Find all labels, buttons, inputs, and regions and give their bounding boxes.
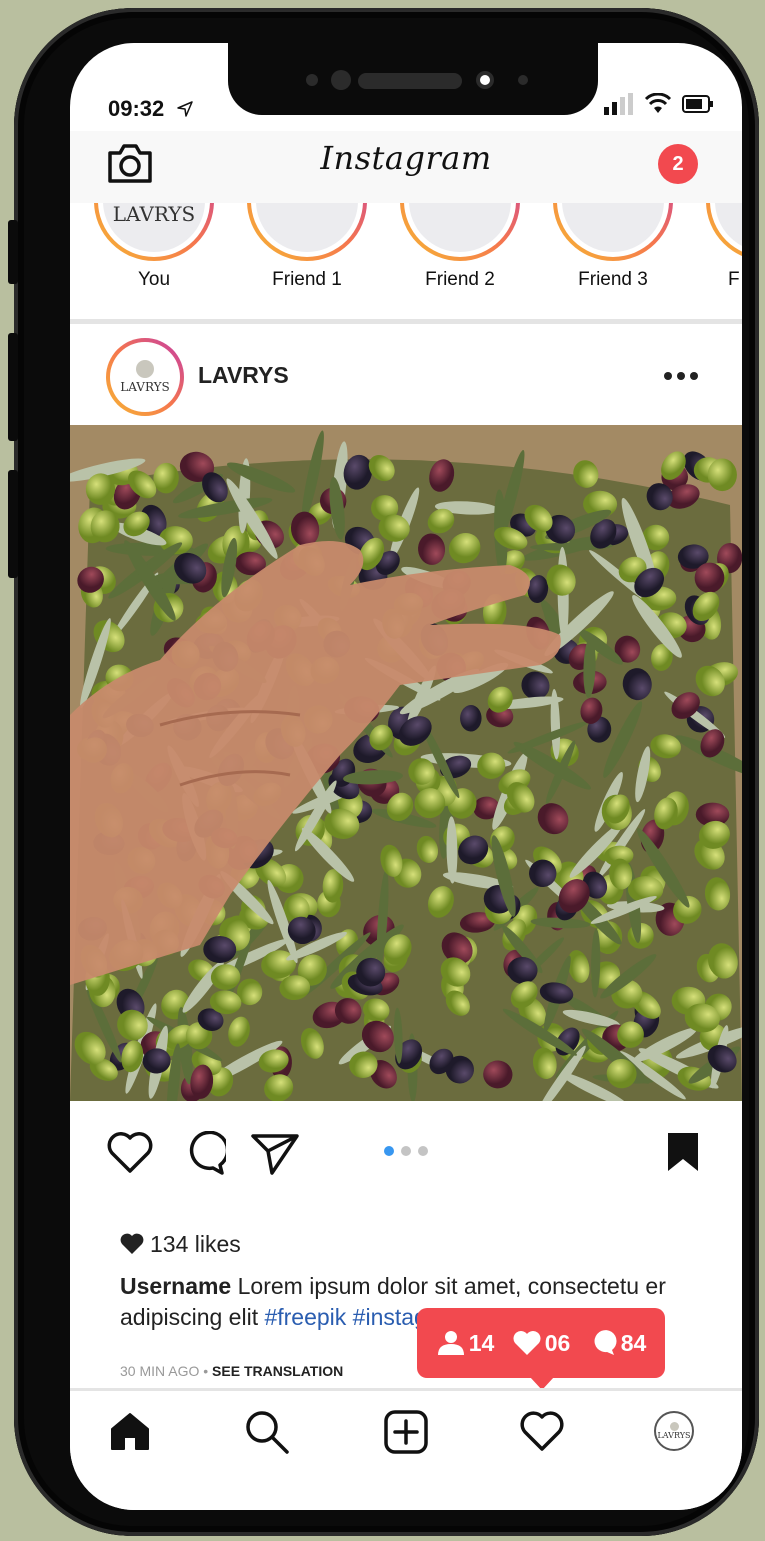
story-item-friend-2[interactable]: Friend 2 bbox=[398, 203, 522, 291]
followers-count: 14 bbox=[468, 1329, 495, 1356]
home-icon[interactable] bbox=[108, 1409, 152, 1453]
post-avatar-text: LAVRYS bbox=[120, 380, 170, 394]
volume-up-button bbox=[8, 333, 18, 441]
carousel-indicator bbox=[384, 1146, 428, 1156]
olive bbox=[707, 458, 737, 492]
story-avatar bbox=[715, 203, 742, 252]
carousel-dot bbox=[418, 1146, 428, 1156]
comments-count: 84 bbox=[620, 1329, 647, 1356]
comments-activity: 84 bbox=[588, 1329, 647, 1357]
story-label: Friend 2 bbox=[425, 269, 495, 290]
story-avatar: LAVRYS bbox=[103, 203, 205, 252]
screen: 09:32 Instagram 2 LAVRYS You Friend 1 Fr… bbox=[70, 43, 742, 1510]
comment-filled-icon bbox=[594, 1330, 617, 1355]
post-header: LAVRYS LAVRYS bbox=[70, 324, 742, 425]
activity-notification-popup[interactable]: 14 06 84 bbox=[417, 1308, 665, 1378]
olive-emblem-icon bbox=[136, 360, 154, 378]
stories-tray: LAVRYS You Friend 1 Friend 2 Friend 3 F bbox=[70, 203, 742, 324]
story-avatar bbox=[562, 203, 664, 252]
story-item-friend-3[interactable]: Friend 3 bbox=[551, 203, 675, 291]
time-ago: 30 MIN AGO bbox=[120, 1363, 200, 1379]
cellular-signal-icon bbox=[604, 93, 633, 115]
likes-count[interactable]: 134 likes bbox=[120, 1231, 241, 1258]
profile-tab[interactable]: LAVRYS bbox=[654, 1411, 694, 1451]
likes-text: 134 likes bbox=[150, 1231, 241, 1257]
followers-activity: 14 bbox=[436, 1329, 495, 1357]
see-translation-link[interactable]: SEE TRANSLATION bbox=[212, 1363, 343, 1379]
search-icon[interactable] bbox=[244, 1409, 290, 1455]
story-avatar bbox=[256, 203, 358, 252]
activity-heart-icon[interactable] bbox=[519, 1409, 565, 1453]
status-time: 09:32 bbox=[108, 96, 194, 122]
likes-activity: 06 bbox=[512, 1329, 571, 1357]
caption-username[interactable]: Username bbox=[120, 1273, 231, 1299]
story-label: Friend 1 bbox=[272, 269, 342, 290]
story-avatar bbox=[409, 203, 511, 252]
story-label: F bbox=[728, 269, 740, 290]
story-item-you[interactable]: LAVRYS You bbox=[92, 203, 216, 291]
bottom-tab-bar: LAVRYS bbox=[70, 1388, 742, 1510]
profile-avatar: LAVRYS bbox=[654, 1411, 694, 1451]
post-image[interactable] bbox=[70, 425, 742, 1101]
wifi-icon bbox=[644, 93, 672, 113]
app-header: Instagram 2 bbox=[70, 131, 742, 205]
story-label: You bbox=[137, 269, 171, 290]
mute-switch bbox=[8, 220, 18, 284]
volume-down-button bbox=[8, 470, 18, 578]
more-options-icon[interactable] bbox=[664, 372, 698, 380]
timestamp-separator: • bbox=[199, 1363, 213, 1379]
phone-frame: 09:32 Instagram 2 LAVRYS You Friend 1 Fr… bbox=[8, 8, 759, 1536]
comment-icon[interactable] bbox=[182, 1131, 226, 1175]
carousel-dot bbox=[401, 1146, 411, 1156]
profile-avatar-text: LAVRYS bbox=[657, 1431, 691, 1440]
notification-badge[interactable]: 2 bbox=[658, 144, 698, 184]
new-post-icon[interactable] bbox=[383, 1409, 429, 1455]
notch bbox=[228, 43, 598, 115]
share-icon[interactable] bbox=[250, 1131, 300, 1175]
bookmark-icon[interactable] bbox=[666, 1131, 700, 1173]
post-timestamp: 30 MIN AGO • SEE TRANSLATION bbox=[120, 1363, 343, 1379]
instagram-logo: Instagram bbox=[320, 139, 492, 177]
location-arrow-icon bbox=[177, 101, 194, 117]
likes-activity-count: 06 bbox=[544, 1329, 571, 1356]
post-username[interactable]: LAVRYS bbox=[198, 362, 289, 389]
user-icon bbox=[437, 1331, 464, 1355]
heart-filled-icon bbox=[513, 1331, 541, 1355]
clock-text: 09:32 bbox=[108, 96, 165, 121]
olive-emblem-icon bbox=[669, 1422, 679, 1431]
story-item-friend-4[interactable]: F bbox=[704, 203, 742, 291]
battery-icon bbox=[682, 95, 713, 113]
carousel-dot bbox=[384, 1146, 394, 1156]
story-item-friend-1[interactable]: Friend 1 bbox=[245, 203, 369, 291]
story-label: Friend 3 bbox=[578, 269, 648, 290]
olive-harvest-photo bbox=[70, 425, 742, 1101]
post-avatar[interactable]: LAVRYS bbox=[106, 338, 184, 416]
heart-filled-icon bbox=[120, 1233, 144, 1254]
heart-icon[interactable] bbox=[106, 1131, 154, 1173]
status-icons bbox=[604, 93, 714, 115]
